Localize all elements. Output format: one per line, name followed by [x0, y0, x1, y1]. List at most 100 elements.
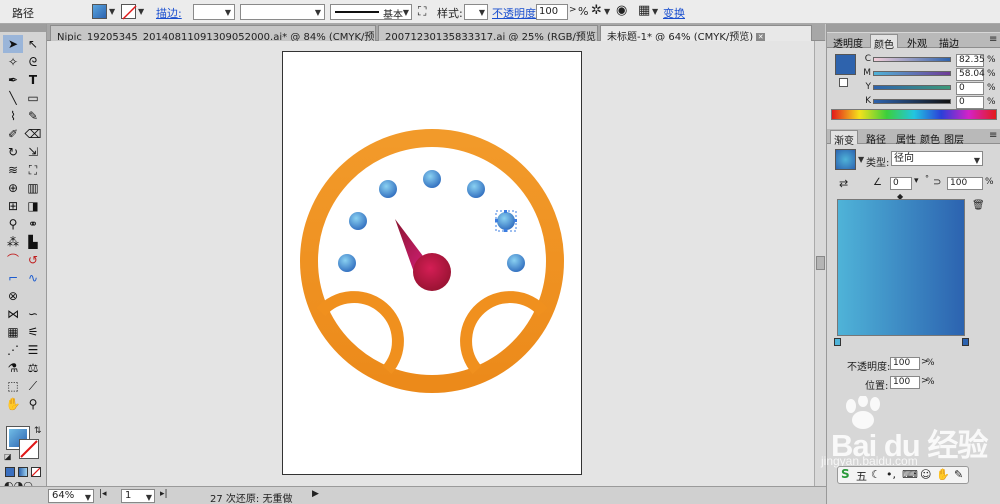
blob-brush-tool-icon[interactable]: ✐	[3, 125, 23, 143]
tab-pathfinder[interactable]: 路径	[863, 130, 889, 146]
stroke-weight-select[interactable]: ▼	[193, 4, 235, 20]
eraser-tool-icon[interactable]: ⌫	[23, 125, 43, 143]
color-stroke-swatch[interactable]	[839, 78, 848, 87]
ime-mode-icon[interactable]: 五	[856, 468, 867, 484]
magenta-slider[interactable]	[873, 71, 951, 76]
isolate-icon[interactable]: ◉	[616, 3, 627, 18]
stop-opacity-input[interactable]: 100	[890, 357, 920, 370]
panel-menu-icon[interactable]: ≡	[989, 34, 997, 45]
last-page-icon[interactable]: ▸|	[160, 489, 168, 499]
speedometer-artwork[interactable]	[283, 52, 583, 476]
stroke-link[interactable]: 描边:	[156, 5, 182, 21]
aspect-ratio-input[interactable]: 100	[947, 177, 983, 190]
user-icon[interactable]: ☺	[920, 468, 931, 481]
artboard[interactable]	[282, 51, 582, 475]
cyan-slider[interactable]	[873, 57, 951, 62]
stroke-color-swatch[interactable]	[19, 439, 39, 459]
vertical-scrollbar[interactable]	[814, 41, 826, 486]
hand-tool-icon[interactable]: ✋	[3, 395, 23, 413]
symbol-sprayer-tool-icon[interactable]: ⁂	[3, 233, 23, 251]
eyedropper-alt-icon[interactable]: ⚗	[3, 359, 23, 377]
delete-stop-icon[interactable]: 🗑	[972, 200, 985, 211]
line-tool-icon[interactable]: ╲	[3, 89, 23, 107]
fill-swatch[interactable]	[92, 4, 107, 19]
color-spectrum-bar[interactable]	[831, 109, 997, 120]
chevron-down-icon[interactable]: ▼	[652, 7, 658, 16]
punctuation-icon[interactable]: •,	[886, 468, 896, 481]
style-select[interactable]: ▼	[464, 4, 488, 20]
variable-width-select[interactable]: ▼	[240, 4, 325, 20]
close-icon[interactable]: ✕	[756, 32, 766, 41]
graph-tool-icon[interactable]: ⋰	[3, 341, 23, 359]
doc-tab-3[interactable]: 未标题-1* @ 64% (CMYK/预览) ✕	[600, 25, 812, 41]
rotate-tool-icon[interactable]: ↻	[3, 143, 23, 161]
gradient-type-select[interactable]: 径向 ▼	[891, 151, 983, 166]
tab-layers[interactable]: 图层	[941, 130, 967, 146]
gradient-slider[interactable]	[837, 199, 965, 336]
moon-icon[interactable]: ☾	[871, 468, 881, 481]
ime-logo-icon[interactable]: S	[841, 467, 850, 481]
opacity-input[interactable]: 100	[536, 4, 568, 20]
tab-appearance[interactable]: 外观	[904, 34, 930, 50]
pencil-tool-icon[interactable]: ✎	[23, 107, 43, 125]
type-tool-icon[interactable]: T	[23, 71, 43, 89]
reflect-tool-icon[interactable]	[23, 287, 43, 305]
vertical-scroll-thumb[interactable]	[816, 256, 825, 270]
chevron-down-icon[interactable]: ▼	[604, 7, 610, 16]
shape-builder-tool-icon[interactable]: ⊕	[3, 179, 23, 197]
zoom-select[interactable]: 64% ▼	[48, 489, 94, 503]
scale-tool-icon[interactable]: ⇲	[23, 143, 43, 161]
skin-icon[interactable]: ✋	[936, 468, 950, 481]
pen-tool-icon[interactable]: ✒	[3, 71, 23, 89]
chevron-down-icon[interactable]: ▼	[109, 7, 115, 16]
yellow-slider[interactable]	[873, 85, 951, 90]
reverse-gradient-icon[interactable]: ⇄	[839, 177, 848, 190]
direct-selection-tool-icon[interactable]: ↖	[23, 35, 43, 53]
brush-select[interactable]: 基本 ▼	[330, 4, 412, 21]
list-tool-icon[interactable]: ☰	[23, 341, 43, 359]
status-menu-icon[interactable]: ▶	[312, 489, 319, 499]
perspective-grid-tool-icon[interactable]: ▥	[23, 179, 43, 197]
tab-transparency[interactable]: 透明度	[830, 34, 866, 50]
gradient-tool-icon[interactable]: ◨	[23, 197, 43, 215]
stroke-swatch[interactable]	[121, 4, 137, 20]
eyedropper-tool-icon[interactable]: ⚲	[3, 215, 23, 233]
black-input[interactable]: 0	[956, 96, 984, 109]
lasso-tool-icon[interactable]: ᘓ	[23, 53, 43, 71]
width-tool-icon[interactable]: ⌒	[3, 251, 23, 269]
color-mode-icon[interactable]	[5, 467, 15, 477]
black-slider[interactable]	[873, 99, 951, 104]
artboard-tool-icon[interactable]: ⋈	[3, 305, 23, 323]
chevron-down-icon[interactable]: ▼	[138, 7, 144, 16]
slice-tool-icon[interactable]: ⟋	[23, 377, 43, 395]
grid-icon[interactable]: ⛶	[418, 4, 426, 19]
paintbrush-tool-icon[interactable]: ⌇	[3, 107, 23, 125]
tab-attributes[interactable]: 属性	[893, 130, 919, 146]
angle-dropdown-icon[interactable]: ▾	[914, 176, 919, 186]
tab-gradient[interactable]: 渐变	[830, 130, 858, 147]
opacity-link[interactable]: 不透明度	[492, 5, 536, 21]
table-tool-icon[interactable]: ▦	[3, 323, 23, 341]
doc-tab-1[interactable]: Nipic_19205345_20140811091309052000.ai* …	[50, 25, 376, 41]
chevron-down-icon[interactable]: ▼	[858, 155, 864, 164]
warp-tool-icon[interactable]: ≋	[3, 161, 23, 179]
tab-color-2[interactable]: 颜色	[917, 130, 943, 146]
selection-tool-icon[interactable]: ➤	[3, 35, 23, 53]
stop-location-input[interactable]: 100	[890, 376, 920, 389]
keyboard-icon[interactable]: ⌨	[902, 468, 918, 481]
column-graph-tool-icon[interactable]: ▙	[23, 233, 43, 251]
first-page-icon[interactable]: |◂	[99, 489, 107, 499]
doc-tab-2[interactable]: 20071230135833317.ai @ 25% (RGB/预览)✕	[378, 25, 598, 41]
default-colors-icon[interactable]: ◪	[4, 452, 12, 461]
input-method-bar[interactable]: S 五 ☾ •, ⌨ ☺ ✋ ✎	[837, 466, 969, 484]
wave-tool-icon[interactable]: ∽	[23, 305, 43, 323]
shaper-tool-icon[interactable]: ∿	[23, 269, 43, 287]
crop-tool-icon[interactable]: ⬚	[3, 377, 23, 395]
blend-tool-icon[interactable]: ⚭	[23, 215, 43, 233]
page-select[interactable]: 1 ▼	[121, 489, 155, 503]
rectangle-tool-icon[interactable]: ▭	[23, 89, 43, 107]
magic-wand-tool-icon[interactable]: ✧	[3, 53, 23, 71]
magenta-input[interactable]: 58.04	[956, 68, 985, 81]
panel-menu-icon[interactable]: ≡	[989, 130, 997, 141]
cyan-input[interactable]: 82.35	[956, 54, 985, 67]
